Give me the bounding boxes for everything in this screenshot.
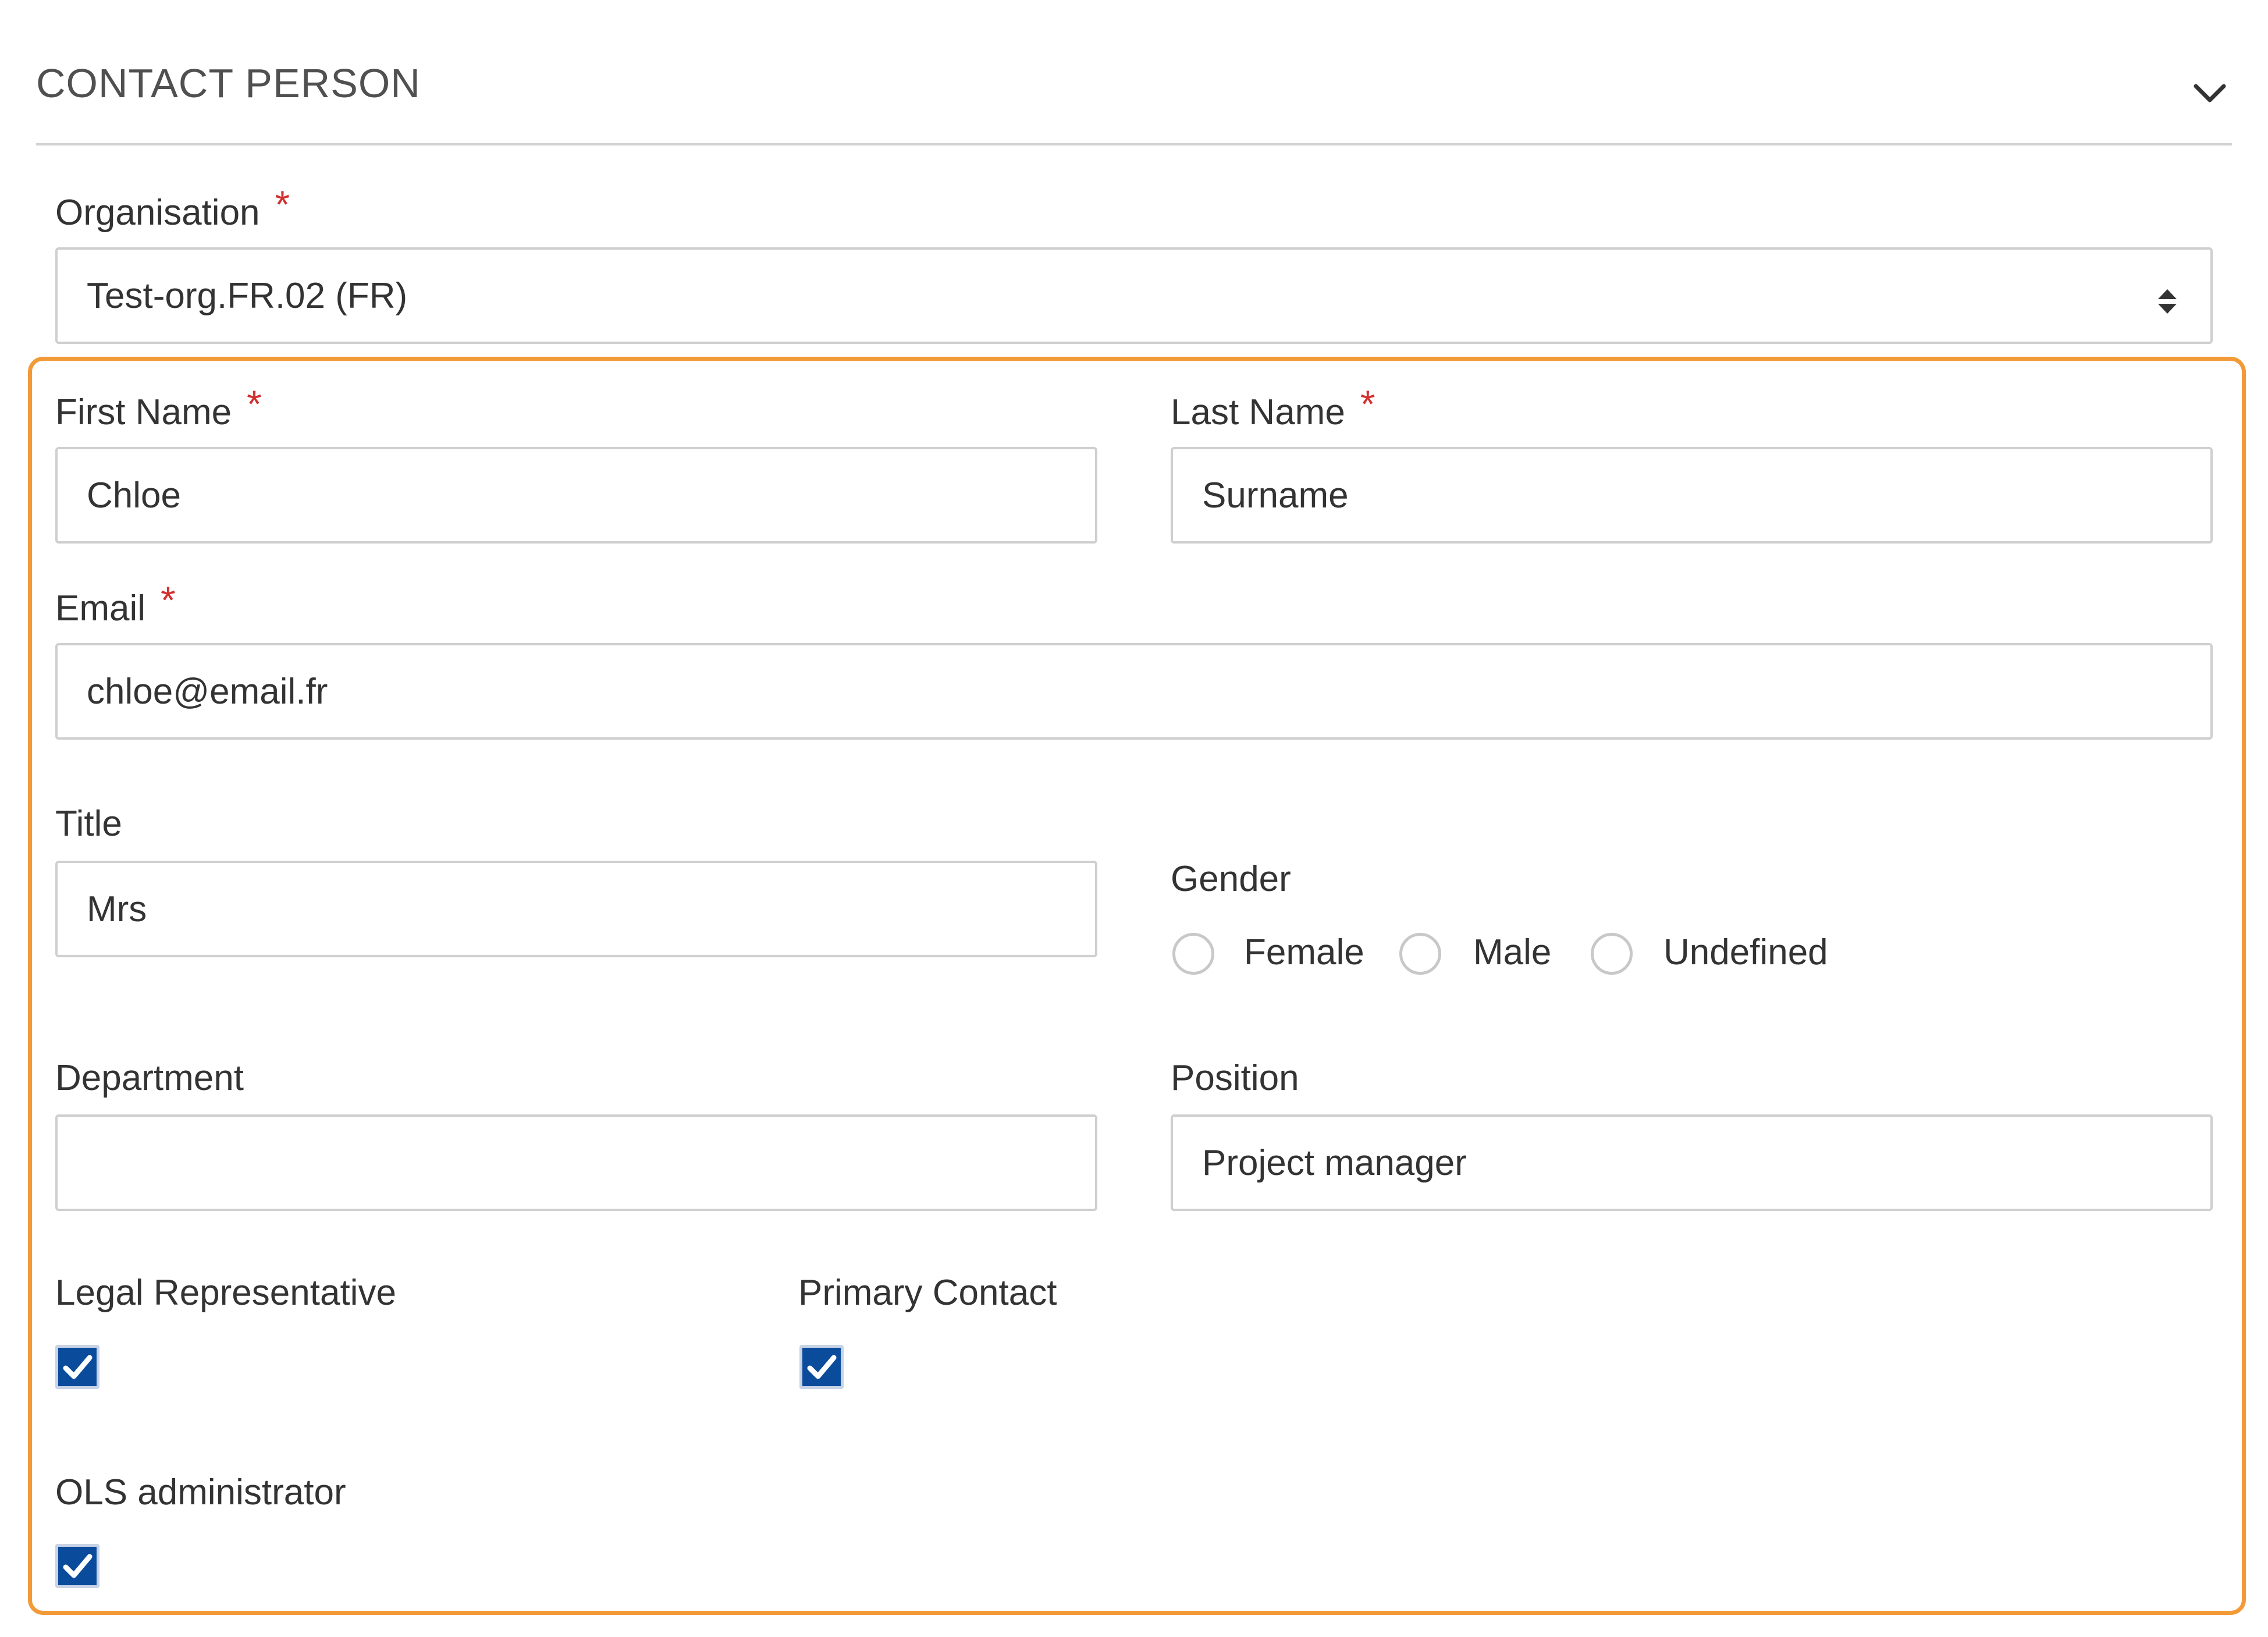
required-asterisk: * bbox=[275, 183, 290, 226]
last-name-input[interactable]: Surname bbox=[1171, 447, 2213, 544]
primary-contact-checkbox[interactable] bbox=[799, 1345, 844, 1389]
radio-female[interactable] bbox=[1172, 933, 1214, 975]
email-label-text: Email bbox=[55, 588, 146, 628]
email-value: chloe@email.fr bbox=[87, 671, 328, 712]
checkmark-icon bbox=[63, 1554, 93, 1578]
section-divider bbox=[36, 143, 2232, 145]
title-label: Title bbox=[55, 804, 122, 844]
required-asterisk: * bbox=[247, 382, 262, 425]
first-name-label: First Name * bbox=[55, 385, 262, 432]
gender-label: Gender bbox=[1171, 859, 1291, 899]
sort-arrows-icon bbox=[2156, 283, 2179, 314]
last-name-label-text: Last Name bbox=[1171, 392, 1345, 432]
first-name-label-text: First Name bbox=[55, 392, 232, 432]
radio-male[interactable] bbox=[1399, 933, 1441, 975]
first-name-value: Chloe bbox=[87, 475, 181, 516]
required-asterisk: * bbox=[1360, 382, 1375, 425]
position-input[interactable]: Project manager bbox=[1171, 1114, 2213, 1211]
primary-contact-label: Primary Contact bbox=[798, 1273, 1057, 1313]
required-asterisk: * bbox=[161, 578, 176, 622]
radio-undefined-label[interactable]: Undefined bbox=[1663, 935, 1828, 971]
radio-female-label[interactable]: Female bbox=[1244, 935, 1364, 971]
highlight-frame bbox=[28, 357, 2246, 1615]
title-value: Mrs bbox=[87, 889, 147, 929]
organisation-label: Organisation * bbox=[55, 185, 290, 233]
organisation-label-text: Organisation bbox=[55, 193, 260, 233]
email-label: Email * bbox=[55, 581, 176, 628]
radio-undefined[interactable] bbox=[1591, 933, 1633, 975]
section-title: CONTACT PERSON bbox=[36, 61, 421, 106]
organisation-select-value: Test-org.FR.02 (FR) bbox=[87, 275, 408, 316]
checkmark-icon bbox=[807, 1355, 837, 1379]
department-label: Department bbox=[55, 1058, 244, 1098]
position-label: Position bbox=[1171, 1058, 1299, 1098]
chevron-down-icon[interactable] bbox=[2187, 70, 2233, 116]
legal-representative-checkbox[interactable] bbox=[55, 1345, 99, 1389]
email-input[interactable]: chloe@email.fr bbox=[55, 643, 2213, 740]
first-name-input[interactable]: Chloe bbox=[55, 447, 1097, 544]
last-name-value: Surname bbox=[1202, 475, 1349, 516]
position-value: Project manager bbox=[1202, 1142, 1467, 1183]
radio-male-label[interactable]: Male bbox=[1473, 935, 1551, 971]
department-input[interactable] bbox=[55, 1114, 1097, 1211]
organisation-select[interactable]: Test-org.FR.02 (FR) bbox=[55, 247, 2213, 344]
title-input[interactable]: Mrs bbox=[55, 861, 1097, 957]
ols-administrator-label: OLS administrator bbox=[55, 1472, 346, 1512]
checkmark-icon bbox=[63, 1355, 93, 1379]
last-name-label: Last Name * bbox=[1171, 385, 1375, 432]
ols-administrator-checkbox[interactable] bbox=[55, 1544, 99, 1588]
legal-representative-label: Legal Representative bbox=[55, 1273, 396, 1313]
